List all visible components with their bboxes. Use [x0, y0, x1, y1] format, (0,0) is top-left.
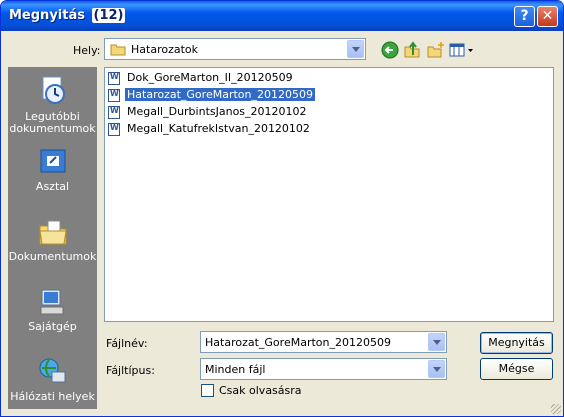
documents-folder-icon: [39, 220, 67, 245]
place-label: Dokumentumok: [8, 250, 97, 263]
file-name: Dok_GoreMarton_II_20120509: [127, 71, 293, 84]
word-document-icon: [108, 123, 120, 136]
dialog-title-count: (12): [91, 8, 126, 23]
title-bar[interactable]: Megnyitás (12) ? ✕: [1, 1, 563, 31]
place-network-places[interactable]: Hálózati helyek: [8, 357, 97, 407]
file-name: Hatarozat_GoreMarton_20120509: [125, 88, 315, 101]
place-label: Legutóbbi dokumentumok: [9, 110, 96, 135]
dialog-title-text: Megnyitás: [9, 8, 85, 23]
file-list[interactable]: Dok_GoreMarton_II_20120509 Hatarozat_Gor…: [104, 67, 554, 322]
help-button[interactable]: ?: [514, 6, 535, 27]
filename-label: Fájlnév:: [106, 337, 148, 350]
filetype-value: Minden fájl: [205, 363, 266, 376]
place-desktop[interactable]: Asztal: [8, 147, 97, 197]
up-folder-icon[interactable]: [403, 41, 421, 59]
dialog-title: Megnyitás (12): [9, 8, 126, 23]
desktop-icon: [40, 149, 66, 173]
recent-documents-icon: [42, 76, 65, 104]
new-folder-icon[interactable]: [427, 41, 445, 59]
file-name: Megall_KatufrekIstvan_20120102: [127, 122, 310, 135]
back-icon[interactable]: [381, 41, 399, 59]
filename-input[interactable]: Hatarozat_GoreMarton_20120509: [200, 331, 447, 353]
place-documents[interactable]: Dokumentumok: [8, 217, 97, 267]
readonly-checkbox[interactable]: [201, 384, 214, 397]
folder-icon: [110, 44, 126, 56]
filename-dropdown-button[interactable]: [428, 333, 445, 351]
place-my-computer[interactable]: Sajátgép: [8, 287, 97, 337]
network-places-icon: [39, 358, 66, 383]
open-file-dialog: Megnyitás (12) ? ✕ Hely: Hatarozatok Leg…: [0, 0, 564, 417]
filetype-label: Fájltípus:: [106, 364, 155, 377]
place-recent-documents[interactable]: Legutóbbi dokumentumok: [8, 75, 97, 137]
view-menu-icon[interactable]: [449, 41, 475, 59]
filename-value: Hatarozat_GoreMarton_20120509: [205, 336, 391, 349]
place-label: Hálózati helyek: [10, 390, 95, 403]
filetype-dropdown-button[interactable]: [428, 360, 445, 378]
word-document-icon: [108, 106, 120, 119]
look-in-value: Hatarozatok: [131, 43, 199, 56]
close-button[interactable]: ✕: [537, 6, 558, 27]
places-bar: Legutóbbi dokumentumok Asztal Dokumentum…: [8, 67, 97, 409]
look-in-combo[interactable]: Hatarozatok: [104, 38, 366, 60]
word-document-icon: [108, 89, 120, 102]
place-label: Sajátgép: [28, 320, 77, 333]
cancel-button[interactable]: Mégse: [480, 358, 553, 380]
resize-grip[interactable]: [551, 404, 561, 414]
my-computer-icon: [40, 289, 64, 315]
file-name: Megall_DurbintsJanos_20120102: [127, 105, 307, 118]
open-button[interactable]: Megnyitás: [480, 332, 553, 354]
place-label: Asztal: [35, 180, 70, 193]
look-in-label: Hely:: [73, 44, 101, 57]
readonly-label[interactable]: Csak olvasásra: [219, 384, 302, 397]
look-in-dropdown-button[interactable]: [347, 40, 364, 58]
word-document-icon: [108, 72, 120, 85]
filetype-select[interactable]: Minden fájl: [200, 358, 447, 380]
